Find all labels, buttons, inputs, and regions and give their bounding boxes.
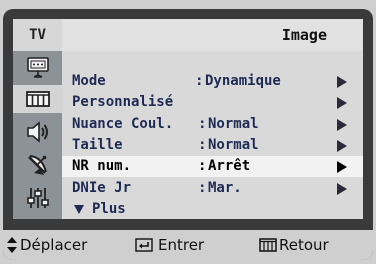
sidebar-item-channel[interactable] [13,151,62,179]
footer-move-label: Déplacer [20,236,88,254]
menu-item-label: Mode [72,73,106,89]
menu-item-value: Normal [208,137,259,153]
tv-antenna-icon [26,57,49,78]
menu-item-separator: : [198,158,207,174]
menu-item-label: NR num. [72,158,132,174]
tab-tv[interactable]: TV [13,19,62,51]
menu-item-value: Mar. [208,180,242,196]
footer-move: Déplacer [6,236,87,254]
chevron-right-icon [337,76,347,88]
footer-help-bar: Déplacer Entrer Retour [3,230,373,260]
speaker-icon [26,121,48,143]
chevron-right-icon [337,161,347,173]
menu-list: Mode : Dynamique Personnalisé Nuance Cou… [62,51,363,219]
arrow-down-icon [74,205,84,214]
menu-item-separator: : [198,137,207,153]
chevron-right-icon [337,183,347,195]
menu-item-dnie-jr[interactable]: DNIe Jr : Mar. [62,178,363,199]
sidebar-item-sound[interactable] [13,118,62,146]
menu-title: Image [62,19,363,51]
sidebar-item-setup[interactable] [13,184,62,212]
sidebar-item-input[interactable] [13,53,62,81]
menu-item-value: Arrêt [208,158,251,174]
category-sidebar [13,51,62,219]
menu-item-label: Taille [72,137,123,153]
up-down-arrows-icon [7,237,17,253]
chevron-right-icon [337,119,347,131]
menu-item-separator: : [198,180,207,196]
menu-item-value: Normal [208,116,259,132]
footer-return-label: Retour [279,236,329,254]
menu-item-separator: : [198,116,207,132]
menu-header: TV Image [13,19,363,51]
return-menu-icon [259,238,277,252]
menu-item-mode[interactable]: Mode : Dynamique [62,71,363,92]
menu-item-more[interactable]: Plus [62,199,363,220]
menu-item-personnalise[interactable]: Personnalisé [62,92,363,113]
satellite-dish-icon [27,155,47,175]
footer-enter: Entrer [135,236,204,254]
menu-item-nuance-coul[interactable]: Nuance Coul. : Normal [62,114,363,135]
more-label: Plus [92,201,126,217]
enter-key-icon [135,238,153,252]
menu-item-nr-num[interactable]: NR num. : Arrêt [62,156,363,177]
menu-item-value: Dynamique [205,73,281,89]
menu-item-label: DNIe Jr [72,180,132,196]
footer-return: Retour [259,236,329,254]
picture-icon [25,91,50,107]
footer-enter-label: Entrer [158,236,205,254]
menu-item-label: Nuance Coul. [72,116,174,132]
menu-item-taille[interactable]: Taille : Normal [62,135,363,156]
settings-sliders-icon [26,188,49,208]
chevron-right-icon [337,140,347,152]
chevron-right-icon [337,97,347,109]
sidebar-item-picture[interactable] [13,85,62,113]
screen-frame: TV Image Mode: Dynamique Personnalisé N… [0,0,376,264]
osd-window: TV Image Mode: Dynamique Personnalisé N… [3,9,373,260]
menu-item-separator: : [195,73,204,89]
menu-item-label: Personnalisé [72,94,174,110]
